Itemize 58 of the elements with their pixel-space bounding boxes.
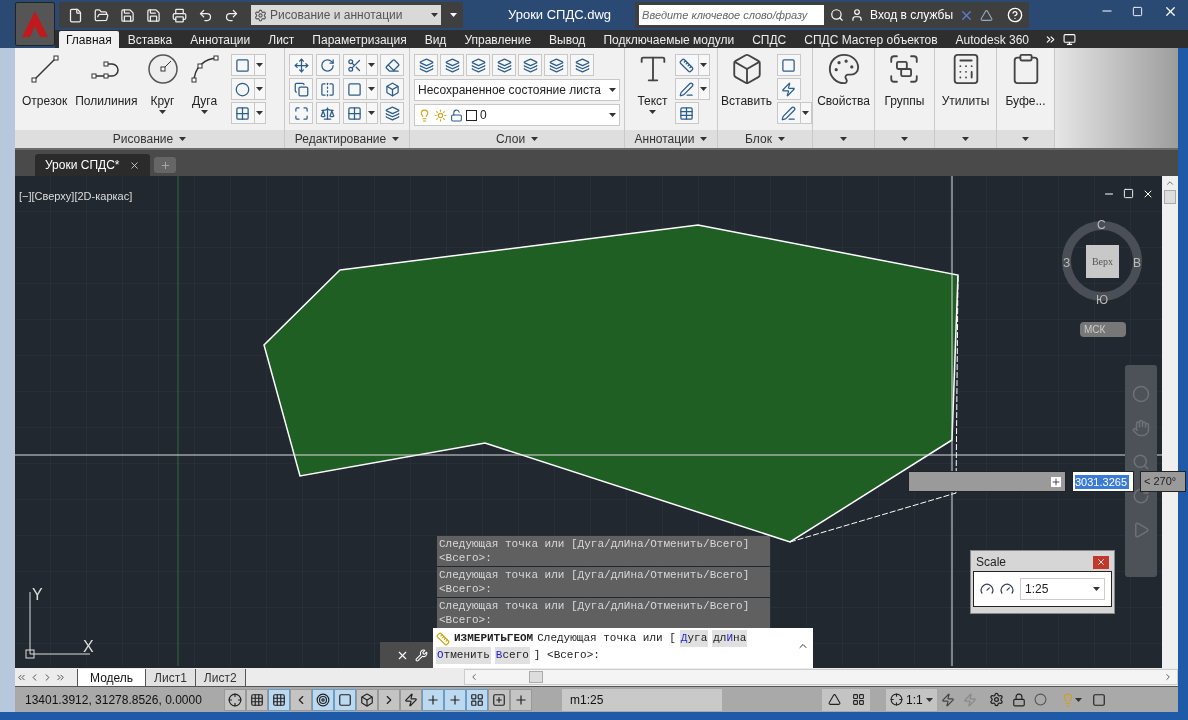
sign-in-button[interactable]: Вход в службы [870,6,954,24]
ribbon-tab[interactable]: Autodesk 360 [946,31,1038,48]
command-option[interactable]: Дуга [679,630,709,647]
file-tab[interactable]: Уроки СПДС* [35,154,151,176]
ribbon-tab[interactable]: Вывод [540,31,595,48]
ribbon-tool-button[interactable]: Полилиния [72,48,141,124]
panel-title-button[interactable]: Редактирование [285,130,409,148]
ribbon-tool-button[interactable]: Утилиты [938,48,993,124]
ribbon-tool-button[interactable]: Буфе... [1002,48,1049,124]
command-input-field[interactable]: ИЗМЕРИТЬГЕОМ Следующая точка или [ Дуга длИна Отменить Всего ] <Всего>: [433,628,813,668]
panel-title-button[interactable]: Блок [718,130,812,148]
window-title: Scale [976,554,1007,571]
ribbon-tab[interactable]: Параметризация [303,31,416,48]
layer-dropdown[interactable]: 0 [414,104,620,126]
layout-tab[interactable]: Лист1 [146,668,196,686]
workspace-dropdown[interactable]: Рисование и аннотации [251,5,441,25]
window-title: Уроки СПДС.dwg [508,6,612,25]
ribbon-tab[interactable]: Лист [259,31,304,48]
panel-title-button[interactable]: Слои [410,130,624,148]
viewcube-face[interactable]: Верх [1086,245,1119,278]
ribbon-tool-button[interactable]: Круг [142,48,183,124]
command-history-entry: Следующая точка или [Дуга/длИна/Отменить/Всего] <Всего>: [437,536,770,566]
layout-tab[interactable]: Лист2 [195,668,246,686]
compass-label: З [1063,255,1071,272]
ribbon-tab[interactable]: Главная [59,31,119,48]
command-history-entry: Следующая точка или [Дуга/длИна/Отменить/Всего] <Всего>: [437,598,770,628]
angle-input[interactable]: < 270° [1140,471,1186,492]
ribbon-tool-button[interactable]: Текст [632,48,673,124]
ribbon-tab[interactable]: Аннотации [181,31,260,48]
ribbon-tab[interactable]: Вид [415,31,456,48]
layer-state-dropdown[interactable]: Несохраненное состояние листа [414,79,620,101]
ribbon-tool-button[interactable]: Свойства [814,48,873,124]
ribbon-tab[interactable]: Управление [455,31,541,48]
annotation-scale-button[interactable]: 1:1 [886,688,937,711]
ribbon-tool-button[interactable]: Дуга [184,48,225,124]
layout-tab[interactable]: Модель [77,668,147,686]
compass-label: С [1097,217,1106,234]
ribbon-tool-button[interactable]: Вставить [718,48,775,124]
ribbon-tab[interactable]: Вставка [118,31,182,48]
coordinates-readout[interactable]: 13401.3912, 31278.8526, 0.0000 [15,690,210,709]
search-field[interactable]: Введите ключевое слово/фразу [639,5,825,25]
panel-title-button[interactable]: Рисование [15,130,284,148]
compass-label: Ю [1096,292,1109,309]
command-history-entry: Следующая точка или [Дуга/длИна/Отменить/Всего] <Всего>: [437,567,770,597]
ribbon-tool-button[interactable]: Отрезок [19,48,71,124]
scale-dropdown[interactable]: 1:25 [1020,578,1105,600]
command-option[interactable]: Всего [494,647,530,664]
command-option[interactable]: Отменить [436,647,491,664]
panel-title-button[interactable]: Аннотации [625,130,717,148]
model-scale-field[interactable]: m1:25 [562,688,722,711]
ribbon-tab[interactable]: СПДС Мастер объектов [795,31,947,48]
compass-label: В [1133,255,1141,272]
command-option[interactable]: длИна [712,630,748,647]
ribbon-tab[interactable]: Подключаемые модули [594,31,744,48]
ribbon-tool-button[interactable]: Группы [881,48,928,124]
viewport-label[interactable]: [−][Сверху][2D-каркас] [19,188,133,205]
distance-input[interactable]: 3031.3265 [1072,471,1134,492]
ribbon-tab[interactable]: СПДС [743,31,796,48]
